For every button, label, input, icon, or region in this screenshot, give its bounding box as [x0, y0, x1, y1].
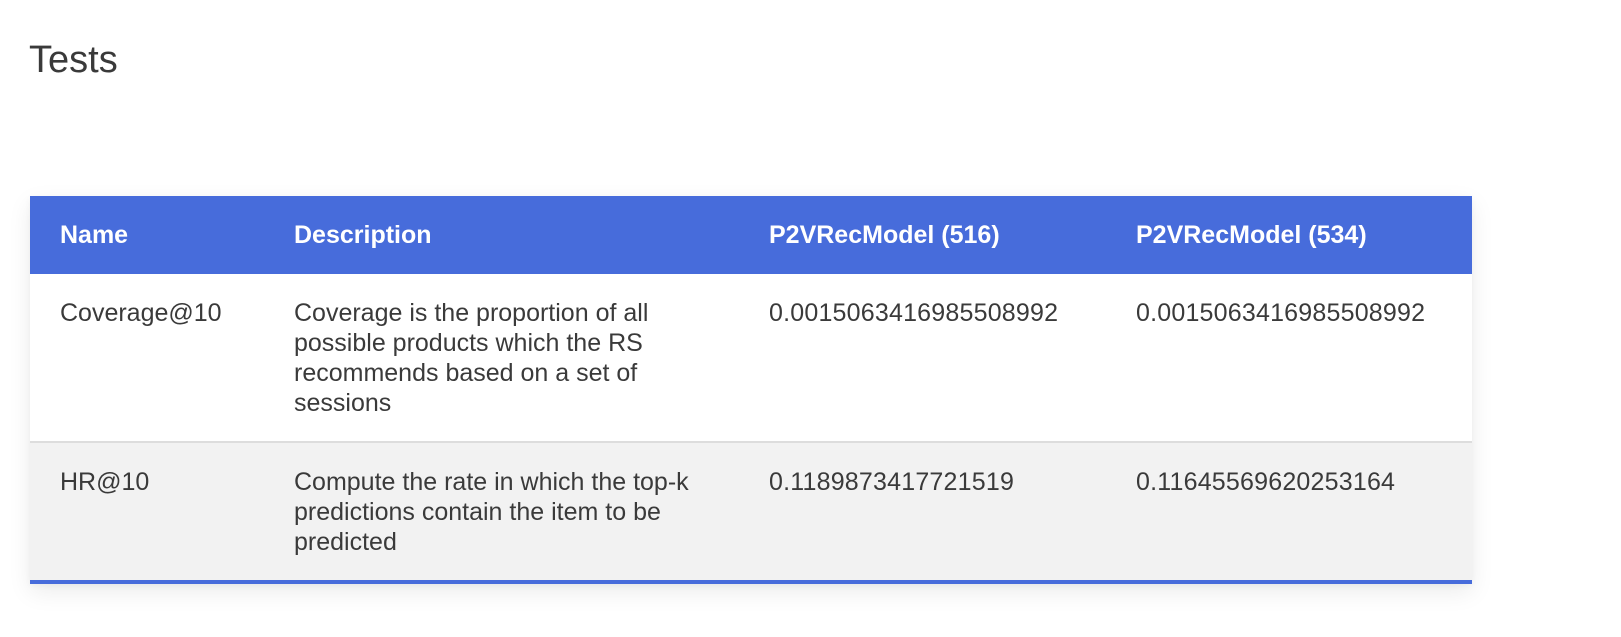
cell-description: Coverage is the proportion of all possib…: [294, 299, 649, 417]
column-header-model-534: P2VRecModel (534): [1136, 220, 1367, 249]
tests-table-container: Name Description P2VRecModel (516) P2VRe…: [30, 196, 1472, 584]
cell-name: Coverage@10: [60, 299, 222, 327]
table-body: Coverage@10 Coverage is the proportion o…: [30, 274, 1472, 582]
cell-model-516-value: 0.0015063416985508992: [769, 299, 1059, 327]
header-row: Name Description P2VRecModel (516) P2VRe…: [30, 196, 1472, 274]
cell-model-516-value: 0.1189873417721519: [769, 468, 1015, 496]
cell-model-534-value: 0.0015063416985508992: [1136, 299, 1426, 327]
page-title: Tests: [29, 39, 118, 81]
cell-description: Compute the rate in which the top-k pred…: [294, 468, 689, 556]
table-header: Name Description P2VRecModel (516) P2VRe…: [30, 196, 1472, 274]
column-header-model-516: P2VRecModel (516): [769, 220, 1000, 249]
cell-name: HR@10: [60, 468, 150, 496]
tests-table: Name Description P2VRecModel (516) P2VRe…: [30, 196, 1472, 584]
table-row: Coverage@10 Coverage is the proportion o…: [30, 274, 1472, 442]
column-header-description: Description: [294, 220, 432, 249]
cell-model-534-value: 0.11645569620253164: [1136, 468, 1396, 496]
column-header-name: Name: [60, 220, 129, 249]
table-row: HR@10 Compute the rate in which the top-…: [30, 442, 1472, 582]
